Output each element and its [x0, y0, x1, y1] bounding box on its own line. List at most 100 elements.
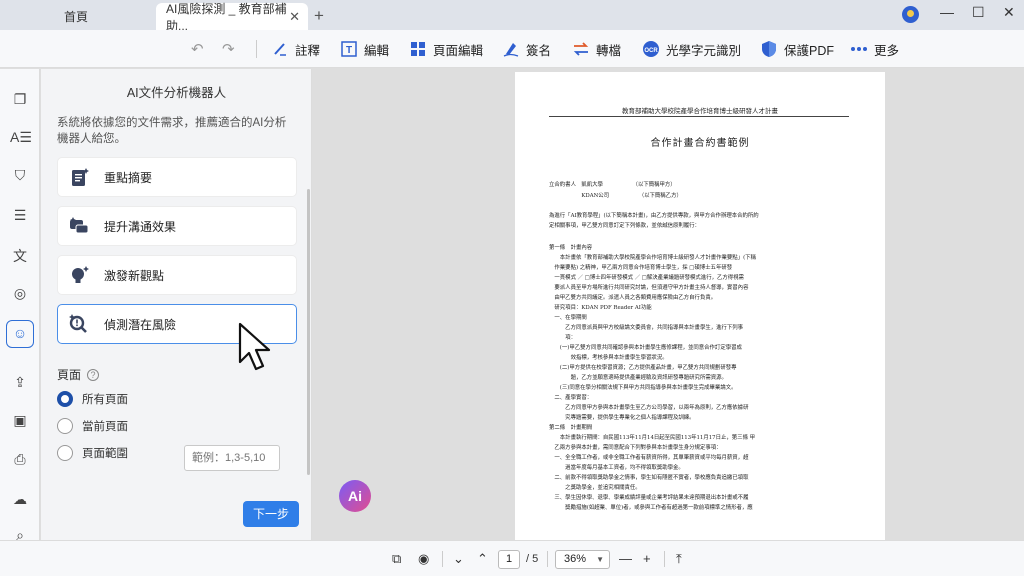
document-text-line: 第一條 計畫內容 [549, 245, 593, 251]
page-range-input[interactable] [184, 445, 280, 471]
summary-document-icon [72, 168, 89, 186]
bookmark-icon[interactable]: ⛉ [10, 167, 30, 187]
print-icon[interactable]: ⎙ [10, 451, 30, 471]
protect-pdf-button[interactable]: 保護PDF [760, 39, 834, 59]
radio-unselected-icon[interactable] [57, 445, 73, 461]
ai-assistant-button[interactable]: Ai [339, 480, 371, 512]
main-toolbar: ↶ ↷ 註釋 T 編輯 頁面編輯 簽名 轉檔 OCR 光學字元識別 保護PDF … [0, 30, 1024, 68]
edit-text-icon: T [341, 41, 357, 57]
shield-icon [762, 41, 776, 57]
toolbar-label: 編輯 [364, 43, 390, 58]
total-pages: / 5 [526, 553, 539, 565]
document-text-line: 為進行「AI教育學程」(以下簡稱本計畫)，由乙方提供專款，與甲方合作辦理本合約所… [549, 213, 759, 219]
document-text-line: 二、前款不得領取獎助學金之情事，學生如有隱匿不實者，學校應負責追繳已領取 [549, 475, 749, 481]
account-avatar-icon[interactable] [902, 6, 919, 23]
toolbar-label: 註釋 [295, 43, 321, 58]
bottom-navigation-bar: ⧉ ◉ ⌄ ⌃ 1 / 5 36% ▼ — + ⤒ [0, 540, 1024, 576]
document-text-line: 由甲乙雙方共同議定。派遣人員之各類費用應保險由乙方自行負責。 [549, 295, 717, 301]
card-new-perspectives[interactable]: 激發新觀點 [57, 255, 297, 295]
ocr-button[interactable]: OCR 光學字元識別 [642, 39, 741, 59]
translate-icon[interactable]: 文 [10, 246, 30, 266]
cloud-upload-icon[interactable]: ☁ [10, 491, 30, 511]
attachments-icon[interactable]: ◎ [10, 285, 30, 305]
chevron-up-icon[interactable]: ⌃ [477, 551, 488, 567]
pdf-page: 教育部補助大學校院產學合作培育博士級研發人才計畫 合作計畫合約書範例 立合約書人… [515, 72, 885, 540]
option-page-range[interactable]: 頁面範圍 [57, 445, 128, 461]
pages-thumbnail-icon[interactable]: ❐ [10, 91, 30, 111]
ai-robot-icon[interactable]: ☺ [6, 320, 34, 348]
document-text-line: 第二條 計畫期間 [549, 425, 593, 431]
tab-close-icon[interactable]: ✕ [289, 9, 300, 25]
document-text-line: 要派人員至甲方場所進行共同研究討論，但須遵守甲方計畫主持人督導，實習內容 [549, 285, 749, 291]
bottombar-divider [664, 551, 665, 567]
chevron-down-icon[interactable]: ⌄ [453, 551, 464, 567]
risk-magnifier-icon [69, 314, 87, 333]
document-text-line: 一、在學期間 [549, 315, 587, 321]
next-button[interactable]: 下一步 [243, 501, 299, 527]
svg-text:T: T [346, 45, 352, 56]
maximize-button[interactable]: ☐ [972, 4, 985, 21]
card-label: 激發新觀點 [104, 268, 165, 283]
document-text-line: 三、學生因休學、退學、學業成績評量或企業考評結果未達預期退出本計畫或不履 [549, 495, 749, 501]
save-icon[interactable]: ▣ [10, 412, 30, 432]
current-page-input[interactable]: 1 [498, 550, 520, 569]
option-current-page[interactable]: 當前頁面 [57, 418, 128, 434]
document-text-line: 乙方同意派員與甲方校級論文委員會，共同指導與本計畫學生，進行下列事 [549, 325, 744, 331]
minimize-button[interactable]: — [940, 4, 954, 20]
bottombar-divider [442, 551, 443, 567]
document-text-line: 二、產學實習： [549, 395, 593, 401]
new-tab-button[interactable]: + [314, 6, 324, 26]
radio-unselected-icon[interactable] [57, 418, 73, 434]
card-key-summary[interactable]: 重點摘要 [57, 157, 297, 197]
document-viewer[interactable]: 教育部補助大學校院產學合作培育博士級研發人才計畫 合作計畫合約書範例 立合約書人… [313, 69, 1024, 540]
zoom-select[interactable]: 36% ▼ [555, 550, 610, 569]
eye-icon[interactable]: ◉ [418, 551, 429, 567]
fit-width-icon[interactable]: ⤒ [676, 551, 682, 567]
annotate-button[interactable]: 註釋 [271, 39, 320, 59]
convert-button[interactable]: 轉檔 [572, 39, 621, 59]
document-text-line: 究專題需要，提供學生專業化之個人指導課程及訓練。 [549, 415, 695, 421]
lightbulb-icon [72, 266, 89, 283]
ocr-icon: OCR [643, 41, 659, 57]
toolbar-label: 轉檔 [596, 43, 622, 58]
signature-button[interactable]: 簽名 [502, 39, 551, 59]
document-text-line: 一貫模式 ／ □博士四年研發模式 ／ □解決產業議題研發模式進行，乙方得視需 [549, 275, 744, 281]
text-style-icon[interactable]: A☰ [10, 129, 32, 149]
option-all-pages[interactable]: 所有頁面 [57, 391, 128, 407]
toolbar-label: 更多 [874, 43, 900, 58]
redo-icon[interactable]: ↷ [222, 40, 235, 58]
tab-home[interactable]: 首頁 [0, 3, 152, 30]
help-icon[interactable]: ? [87, 368, 100, 381]
panel-scrollbar[interactable] [307, 189, 310, 475]
outline-list-icon[interactable]: ☰ [10, 207, 30, 227]
convert-arrows-icon [573, 42, 589, 56]
toolbar-divider [256, 40, 257, 58]
undo-icon[interactable]: ↶ [191, 40, 204, 58]
ai-analysis-panel: AI文件分析機器人 系統將依據您的文件需求，推薦適合的AI分析機器人給您。 重點… [41, 69, 312, 540]
page-edit-button[interactable]: 頁面編輯 [409, 39, 483, 59]
document-text-line: 作業要點) 之精神，甲乙兩方同意合作培育博士學生，採 □碩博士五年研發 [549, 265, 733, 271]
document-text-line: 本計畫依「教育部補助大學校院產學合作培育博士級研發人才計畫作業要點」(下稱 [549, 255, 756, 261]
document-text-line: KDAN公司 （以下簡稱乙方） [549, 193, 682, 199]
share-icon[interactable]: ⇪ [10, 374, 30, 394]
card-improve-communication[interactable]: 提升溝通效果 [57, 206, 297, 246]
svg-text:OCR: OCR [644, 48, 658, 54]
zoom-out-button[interactable]: — [619, 551, 632, 566]
document-text-line: 過當年度每月基本工資者，均不得領取獎助學金。 [549, 465, 684, 471]
pages-section-label: 頁面 ? [57, 366, 100, 383]
tab-document[interactable]: AI風險探測 _ 教育部補助... ✕ [156, 2, 308, 33]
close-window-button[interactable]: ✕ [1003, 4, 1015, 21]
zoom-in-button[interactable]: + [643, 551, 651, 566]
tab-label: AI風險探測 _ 教育部補助... [166, 1, 287, 33]
signature-icon [503, 43, 519, 57]
mouse-cursor-icon [238, 322, 271, 371]
edit-button[interactable]: T 編輯 [340, 39, 389, 59]
chevron-down-icon: ▼ [596, 555, 604, 564]
document-text-line: 效指標，考核參與本計畫學生學習狀況。 [549, 355, 668, 361]
view-mode-icon[interactable]: ⧉ [392, 551, 401, 567]
radio-selected-icon[interactable] [57, 391, 73, 407]
document-text-line: 乙兩方參與本計畫，需同意配合下列對參與本計畫學生身分規定事項： [549, 445, 722, 451]
panel-description: 系統將依據您的文件需求，推薦適合的AI分析機器人給您。 [57, 117, 287, 145]
annotate-pen-icon [274, 43, 286, 56]
more-button[interactable]: 更多 [850, 39, 899, 59]
